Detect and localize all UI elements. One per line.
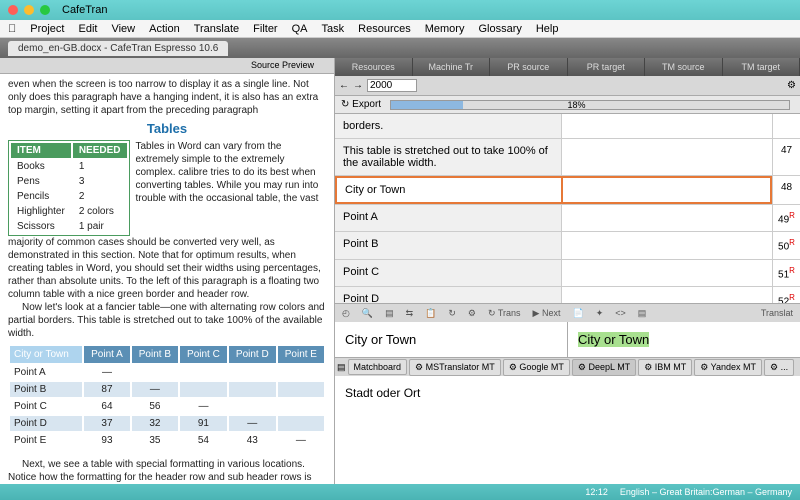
segment-row[interactable]: Point A 49R xyxy=(335,205,800,232)
items-table: ITEMNEEDED Books1 Pens3 Pencils2 Highlig… xyxy=(8,140,130,236)
forward-icon[interactable]: → xyxy=(353,80,363,91)
segment-target[interactable] xyxy=(563,176,773,204)
tab-machine-tr[interactable]: Machine Tr xyxy=(413,58,491,76)
tool-icon[interactable]: 🔍 xyxy=(359,308,376,319)
trans-button[interactable]: ↻ Trans xyxy=(485,308,524,319)
menu-translate[interactable]: Translate xyxy=(194,23,239,35)
doc-para3: Now let's look at a fancier table—one wi… xyxy=(8,301,326,340)
tab-tm-target[interactable]: TM target xyxy=(723,58,800,76)
tab-matchboard[interactable]: Matchboard xyxy=(348,359,408,375)
menu-resources[interactable]: Resources xyxy=(358,23,411,35)
tool-icon[interactable]: ⚙ xyxy=(465,308,479,319)
segment-number: 52R xyxy=(772,287,800,304)
source-preview-header: Source Preview xyxy=(0,58,334,74)
menubar:  Project Edit View Action Translate Fil… xyxy=(0,20,800,38)
apple-menu[interactable]:  xyxy=(8,23,16,35)
segment-number: 48 xyxy=(772,176,800,204)
next-button[interactable]: ▶ Next xyxy=(530,308,564,319)
app-title: CafeTran xyxy=(62,4,107,16)
source-editor: City or Town xyxy=(335,322,567,357)
tab-pr-target[interactable]: PR target xyxy=(568,58,646,76)
status-lang: English – Great Britain:German – Germany xyxy=(620,487,792,497)
doc-para: even when the screen is too narrow to di… xyxy=(8,78,326,117)
tab-google-mt[interactable]: ⚙ Google MT xyxy=(503,359,570,376)
segment-source: Point A xyxy=(335,205,561,231)
menu-task[interactable]: Task xyxy=(322,23,345,35)
menu-memory[interactable]: Memory xyxy=(425,23,465,35)
progress-bar xyxy=(390,100,790,110)
menu-action[interactable]: Action xyxy=(149,23,180,35)
tool-icon[interactable]: 📄 xyxy=(569,308,586,319)
segment-target[interactable] xyxy=(561,260,772,286)
tab-yandex-mt[interactable]: ⚙ Yandex MT xyxy=(694,359,762,376)
tool-icon[interactable]: ▤ xyxy=(635,308,650,319)
menu-glossary[interactable]: Glossary xyxy=(478,23,521,35)
menu-edit[interactable]: Edit xyxy=(79,23,98,35)
tool-icon[interactable]: ⚙ xyxy=(787,80,796,91)
tool-icon[interactable]: <> xyxy=(612,308,629,318)
menu-project[interactable]: Project xyxy=(30,23,64,35)
target-editor[interactable]: City or Town xyxy=(567,322,800,357)
tool-icon[interactable]: ⇆ xyxy=(403,308,417,319)
menu-help[interactable]: Help xyxy=(536,23,559,35)
segment-source: Point B xyxy=(335,232,561,258)
tab-resources[interactable]: Resources xyxy=(335,58,413,76)
tool-icon[interactable]: ▤ xyxy=(382,308,397,319)
tool-icon[interactable]: ↻ xyxy=(445,308,459,319)
segment-number: 50R xyxy=(772,232,800,258)
tab-tm-source[interactable]: TM source xyxy=(645,58,723,76)
maximize-icon[interactable] xyxy=(40,5,50,15)
segment-source: This table is stretched out to take 100%… xyxy=(335,139,561,175)
menu-qa[interactable]: QA xyxy=(292,23,308,35)
export-button[interactable]: Export xyxy=(352,99,381,110)
tool-icon[interactable]: 📋 xyxy=(422,308,439,319)
segment-row[interactable]: Point D 52R xyxy=(335,287,800,304)
segment-source: Point D xyxy=(335,287,561,304)
tab-more[interactable]: ⚙ ... xyxy=(764,359,794,376)
segment-target[interactable] xyxy=(561,232,772,258)
dashboard-icon[interactable]: ▤ xyxy=(337,362,346,373)
status-time: 12:12 xyxy=(585,487,608,497)
tables-heading: Tables xyxy=(8,121,326,138)
tab-mstranslator[interactable]: ⚙ MSTranslator MT xyxy=(409,359,501,376)
tab-ibm-mt[interactable]: ⚙ IBM MT xyxy=(638,359,692,376)
segment-number: 51R xyxy=(772,260,800,286)
segment-row[interactable]: borders. xyxy=(335,114,800,139)
distance-table: City or TownPoint APoint BPoint CPoint D… xyxy=(8,344,326,450)
menu-filter[interactable]: Filter xyxy=(253,23,277,35)
segment-number xyxy=(772,114,800,138)
doc-wrap: Tables in Word can vary from the extreme… xyxy=(136,140,327,236)
segment-row[interactable]: Point B 50R xyxy=(335,232,800,259)
menu-view[interactable]: View xyxy=(111,23,135,35)
close-icon[interactable] xyxy=(8,5,18,15)
segment-row[interactable]: City or Town 48 xyxy=(335,176,800,205)
range-input[interactable] xyxy=(367,79,417,92)
segment-source: borders. xyxy=(335,114,561,138)
segment-row[interactable]: Point C 51R xyxy=(335,260,800,287)
tool-icon[interactable]: ✦ xyxy=(593,308,607,319)
segment-target[interactable] xyxy=(561,139,772,175)
segment-number: 49R xyxy=(772,205,800,231)
translate-button[interactable]: Translat xyxy=(758,308,796,318)
tab-pr-source[interactable]: PR source xyxy=(490,58,568,76)
segment-row[interactable]: This table is stretched out to take 100%… xyxy=(335,139,800,176)
doc-para2: majority of common cases should be conve… xyxy=(8,236,326,301)
minimize-icon[interactable] xyxy=(24,5,34,15)
segment-target[interactable] xyxy=(561,287,772,304)
progress-percent: 18% xyxy=(568,100,586,110)
document-tab[interactable]: demo_en-GB.docx - CafeTran Espresso 10.6 xyxy=(8,41,228,56)
tab-deepl-mt[interactable]: ⚙ DeepL MT xyxy=(572,359,636,376)
mt-result: Stadt oder Ort xyxy=(335,376,800,500)
segment-source: City or Town xyxy=(335,176,563,204)
segment-source: Point C xyxy=(335,260,561,286)
segment-target[interactable] xyxy=(561,114,772,138)
back-icon[interactable]: ← xyxy=(339,80,349,91)
segment-target[interactable] xyxy=(561,205,772,231)
tool-icon[interactable]: ◴ xyxy=(339,308,353,319)
segment-number: 47 xyxy=(772,139,800,175)
